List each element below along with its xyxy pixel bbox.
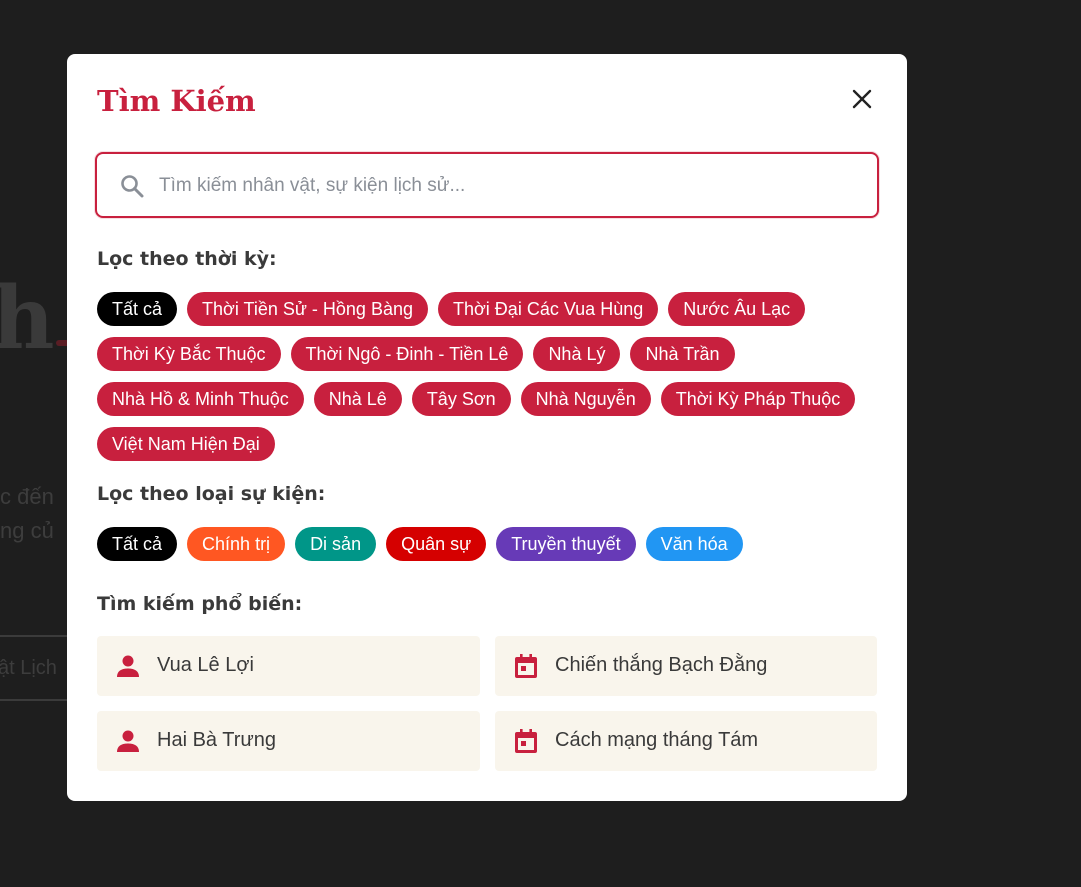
period-filter-chip[interactable]: Nhà Lý bbox=[533, 337, 621, 371]
calendar-icon bbox=[515, 654, 537, 678]
period-filter-chip[interactable]: Thời Kỳ Bắc Thuộc bbox=[97, 337, 281, 371]
person-icon bbox=[117, 730, 139, 752]
popular-searches-label: Tìm kiếm phổ biến: bbox=[97, 593, 303, 615]
event-filter-chip[interactable]: Tất cả bbox=[97, 527, 178, 561]
modal-title: Tìm Kiếm bbox=[97, 84, 256, 118]
popular-search-label: Hai Bà Trưng bbox=[157, 729, 276, 751]
popular-search-item[interactable]: Hai Bà Trưng bbox=[97, 711, 480, 771]
person-icon bbox=[117, 655, 139, 677]
popular-search-item[interactable]: Vua Lê Lợi bbox=[97, 636, 480, 696]
event-filter-chip[interactable]: Văn hóa bbox=[645, 527, 743, 561]
popular-searches: Vua Lê Lợi Chiến thắng Bạch Đằng Hai Bà … bbox=[97, 636, 877, 771]
period-filter-chip[interactable]: Thời Ngô - Đinh - Tiền Lê bbox=[290, 337, 524, 371]
event-filter-label: Lọc theo loại sự kiện: bbox=[97, 483, 326, 505]
period-filter-chip[interactable]: Tất cả bbox=[97, 292, 178, 326]
period-filter-chip[interactable]: Tây Sơn bbox=[411, 382, 511, 416]
background-button: ật Lịch bbox=[0, 635, 70, 701]
period-filter-chip[interactable]: Thời Đại Các Vua Hùng bbox=[438, 292, 659, 326]
period-filter-chip[interactable]: Thời Tiền Sử - Hồng Bàng bbox=[187, 292, 428, 326]
close-button[interactable] bbox=[847, 84, 877, 114]
period-filter-chip[interactable]: Nhà Hồ & Minh Thuộc bbox=[97, 382, 304, 416]
popular-search-item[interactable]: Cách mạng tháng Tám bbox=[495, 711, 877, 771]
background-text-line: ng củ bbox=[0, 518, 54, 543]
popular-search-label: Chiến thắng Bạch Đằng bbox=[555, 654, 768, 676]
background-text-line: c đến bbox=[0, 484, 54, 509]
period-filter-chip[interactable]: Nước Âu Lạc bbox=[668, 292, 806, 326]
event-filter-chip[interactable]: Quân sự bbox=[386, 527, 487, 561]
event-filter-chip[interactable]: Chính trị bbox=[187, 527, 286, 561]
search-box bbox=[95, 152, 879, 218]
period-filter-chip[interactable]: Thời Kỳ Pháp Thuộc bbox=[660, 382, 856, 416]
popular-search-label: Cách mạng tháng Tám bbox=[555, 729, 759, 751]
period-filter-chip[interactable]: Nhà Nguyễn bbox=[520, 382, 651, 416]
popular-search-item[interactable]: Chiến thắng Bạch Đằng bbox=[495, 636, 877, 696]
event-filter-chip[interactable]: Di sản bbox=[295, 527, 377, 561]
search-input[interactable] bbox=[157, 164, 861, 208]
close-icon bbox=[852, 89, 872, 109]
background-heading-fragment: h bbox=[0, 268, 55, 369]
period-filter-chip[interactable]: Nhà Trần bbox=[630, 337, 735, 371]
search-modal: Tìm Kiếm Lọc theo thời kỳ: Tất cả Thời Ti… bbox=[67, 54, 907, 801]
popular-search-label: Vua Lê Lợi bbox=[157, 654, 254, 676]
period-filter-chips: Tất cả Thời Tiền Sử - Hồng Bàng Thời Đại C… bbox=[97, 292, 877, 461]
period-filter-chip[interactable]: Việt Nam Hiện Đại bbox=[97, 427, 275, 461]
background-button-label: ật Lịch bbox=[0, 657, 57, 679]
period-filter-label: Lọc theo thời kỳ: bbox=[97, 248, 277, 270]
event-filter-chip[interactable]: Truyền thuyết bbox=[496, 527, 636, 561]
period-filter-chip[interactable]: Nhà Lê bbox=[313, 382, 402, 416]
calendar-icon bbox=[515, 729, 537, 753]
event-filter-chips: Tất cả Chính trị Di sản Quân sự Truyền thuyế… bbox=[97, 527, 877, 561]
search-icon bbox=[121, 175, 144, 198]
